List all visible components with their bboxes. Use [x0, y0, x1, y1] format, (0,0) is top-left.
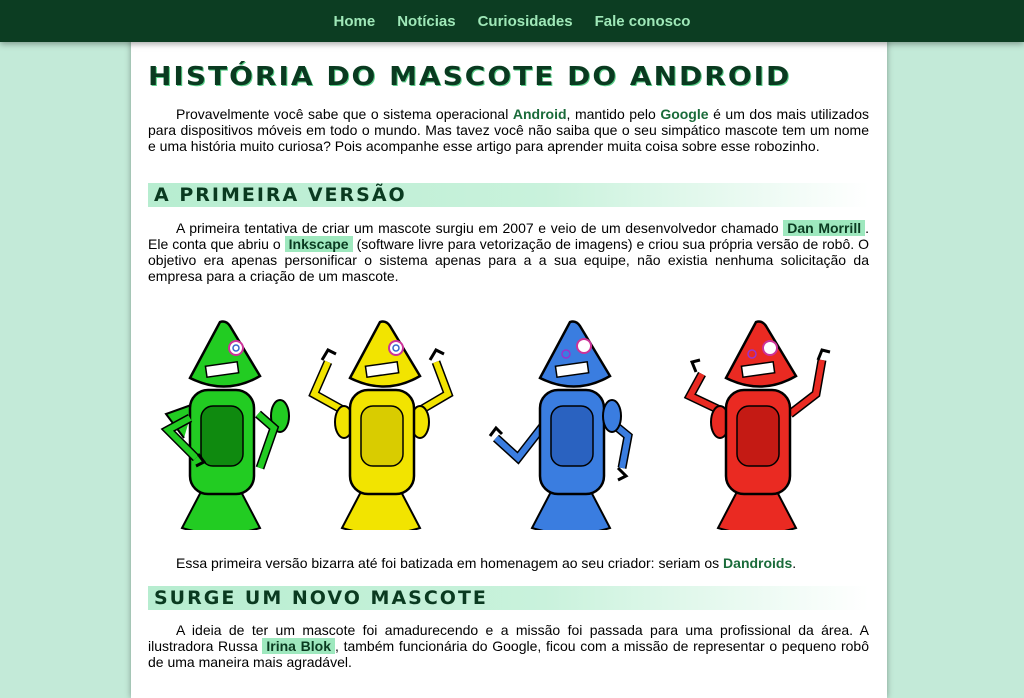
nav-curiosidades-link[interactable]: Curiosidades	[478, 13, 573, 30]
section-heading-novo-mascote: Surge um novo mascote	[148, 586, 869, 610]
article-page: História do mascote do Android Provavelm…	[131, 38, 887, 698]
green-robot	[160, 320, 290, 530]
nav-fale-conosco-link[interactable]: Fale conosco	[595, 13, 691, 30]
section1-paragraph: A primeira tentativa de criar um mascote…	[148, 220, 869, 284]
dandroids-keyword: Dandroids	[723, 555, 793, 571]
yellow-robot	[308, 320, 454, 530]
nav-noticias-link[interactable]: Notícias	[397, 13, 455, 30]
dandroids-illustration: .c{}.d{}	[160, 320, 831, 530]
intro-text-1: Provavelmente você sabe que o sistema op…	[176, 106, 513, 122]
top-navigation: Home Notícias Curiosidades Fale conosco	[0, 0, 1024, 42]
android-keyword: Android	[512, 106, 567, 122]
caption-text-1: Essa primeira versão bizarra até foi bat…	[176, 555, 724, 571]
section1-text-1: A primeira tentativa de criar um mascote…	[176, 220, 784, 236]
section1-heading-text: A primeira versão	[154, 184, 407, 206]
section2-heading-text: Surge um novo mascote	[154, 587, 488, 609]
inkscape-tag[interactable]: Inkscape	[284, 236, 353, 252]
blue-robot	[488, 320, 633, 530]
section-heading-primeira-versao: A primeira versão	[148, 183, 869, 207]
irina-blok-tag[interactable]: Irina Blok	[262, 638, 335, 654]
google-keyword: Google	[660, 106, 709, 122]
caption-text-2: .	[792, 555, 797, 571]
red-robot	[683, 320, 831, 530]
intro-text-2: , mantido pelo	[566, 106, 661, 122]
dandroids-caption: Essa primeira versão bizarra até foi bat…	[148, 555, 869, 571]
intro-paragraph: Provavelmente você sabe que o sistema op…	[148, 106, 869, 154]
nav-home-link[interactable]: Home	[334, 13, 376, 30]
section2-paragraph: A ideia de ter um mascote foi amadurecen…	[148, 622, 869, 670]
page-title: História do mascote do Android	[148, 61, 792, 92]
dan-morrill-tag[interactable]: Dan Morrill	[783, 220, 866, 236]
